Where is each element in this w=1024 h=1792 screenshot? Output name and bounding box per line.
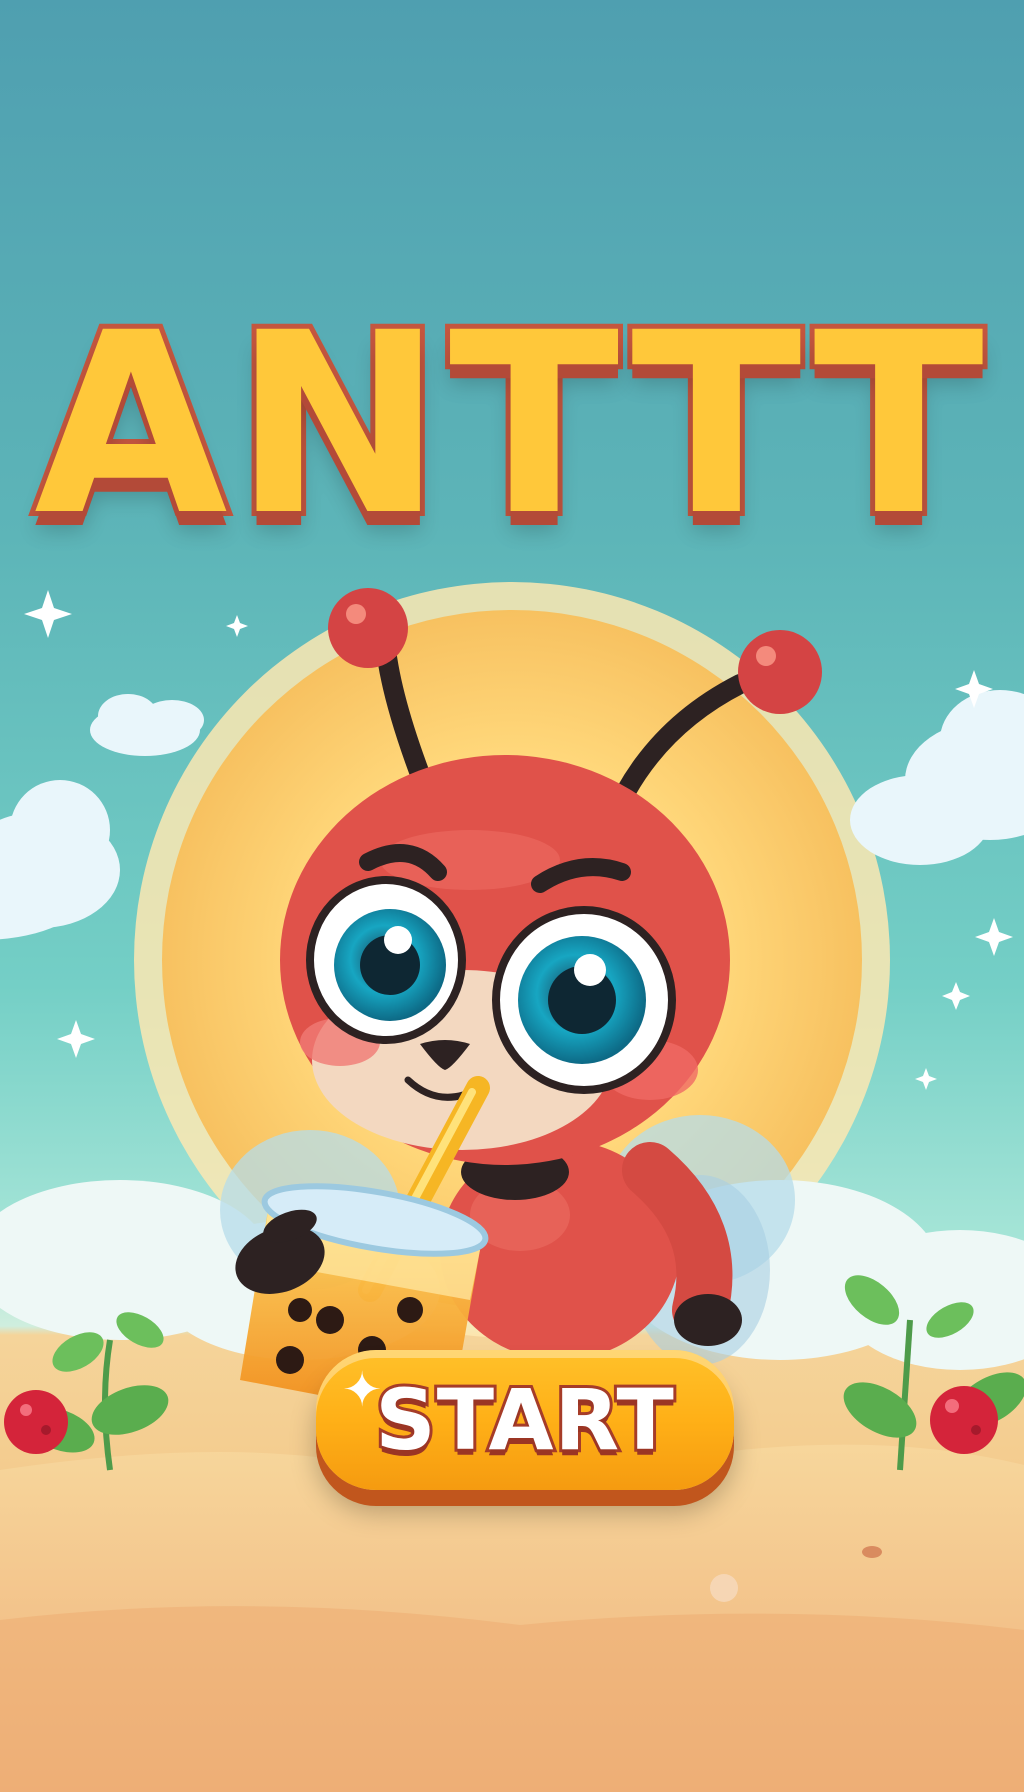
game-start-screen: ANTTT ✦ START (0, 0, 1024, 1792)
start-button-label: START (372, 1368, 676, 1472)
sparkle-icon: ✦ (342, 1362, 383, 1418)
cloud-right (850, 690, 1024, 865)
background-art (0, 582, 1024, 1792)
berry-left (4, 1390, 68, 1454)
berry-right (930, 1386, 998, 1454)
cloud-left (0, 780, 120, 940)
start-button[interactable]: ✦ START (316, 1350, 734, 1490)
game-title: ANTTT (29, 279, 990, 570)
cloud-left-small (90, 694, 204, 756)
